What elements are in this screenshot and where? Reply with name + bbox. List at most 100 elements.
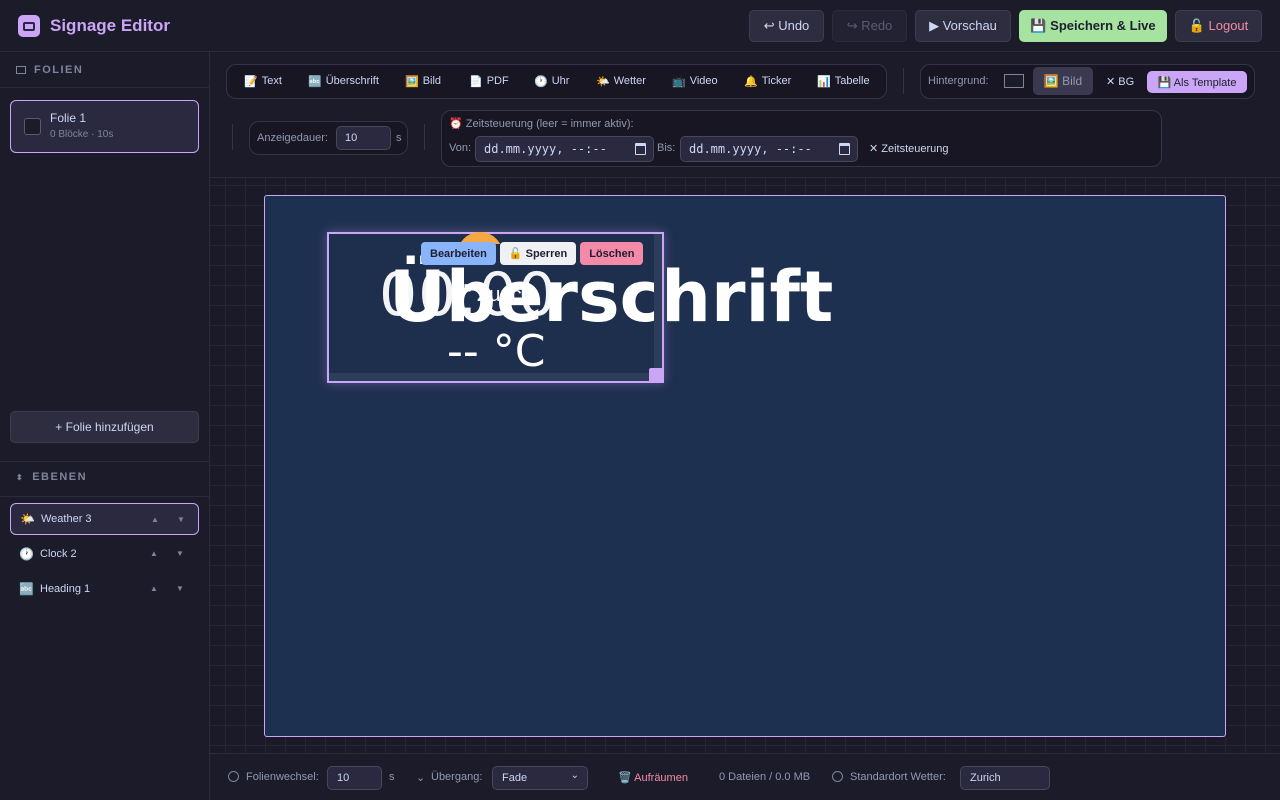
cleanup-button[interactable]: 🗑️ Aufräumen <box>618 771 688 784</box>
canvas-area: 00:00 Zurich Überschrift -- °C Bearbeite… <box>210 177 1280 753</box>
move-up-icon[interactable]: ▲ <box>151 515 159 524</box>
slide-name: Folie 1 <box>50 111 87 125</box>
block-action-bar: Bearbeiten 🔓 Sperren Löschen <box>419 240 645 267</box>
bell-icon: 🔔 <box>744 75 758 88</box>
duration-unit: s <box>396 132 402 144</box>
add-heading-button[interactable]: 🔤 Überschrift <box>308 65 379 97</box>
logout-button[interactable]: 🔓 Logout <box>1175 10 1262 42</box>
calendar-icon[interactable] <box>839 143 850 155</box>
slides-section-title: FOLIEN <box>16 64 83 76</box>
weather-icon: 🌤️ <box>20 512 35 526</box>
add-text-button[interactable]: 📝 Text <box>244 65 282 97</box>
duration-label: Anzeigedauer: <box>257 132 328 144</box>
slide-change-unit: s <box>389 771 395 783</box>
divider <box>0 496 209 497</box>
weather-temperature: -- °C <box>447 326 546 377</box>
chevron-down-icon: ⌄ <box>570 770 579 781</box>
divider <box>0 461 209 462</box>
calendar-icon[interactable] <box>635 143 646 155</box>
from-label: Von: <box>449 142 472 154</box>
duration-input[interactable]: 10 <box>336 126 391 150</box>
slides-icon <box>16 66 26 74</box>
document-icon: 📄 <box>469 75 483 88</box>
tv-icon: 📺 <box>672 75 686 88</box>
horizontal-scrollbar[interactable] <box>329 373 654 381</box>
edit-block-button[interactable]: Bearbeiten <box>421 242 496 265</box>
redo-button[interactable]: ↪ Redo <box>832 10 907 42</box>
divider <box>0 87 209 88</box>
slide-change-label: Folienwechsel: <box>246 771 319 783</box>
schedule-to-input[interactable]: dd.mm.yyyy, --:-- <box>680 136 858 162</box>
heading-icon: 🔤 <box>308 75 322 88</box>
move-down-icon[interactable]: ▼ <box>177 515 185 524</box>
background-label: Hintergrund: <box>928 75 989 87</box>
default-location-label: Standardort Wetter: <box>850 771 946 783</box>
clear-schedule-button[interactable]: ✕ Zeitsteuerung <box>869 142 949 155</box>
schedule-from-input[interactable]: dd.mm.yyyy, --:-- <box>475 136 654 162</box>
timer-icon <box>228 771 239 782</box>
layer-item-heading[interactable]: 🔤 Heading 1 ▲ ▼ <box>10 573 199 605</box>
preview-button[interactable]: ▶ Vorschau <box>915 10 1011 42</box>
delete-block-button[interactable]: Löschen <box>580 242 644 265</box>
default-location-input[interactable]: Zurich <box>960 766 1050 790</box>
image-icon: 🖼️ <box>405 75 419 88</box>
clock-icon: 🕐 <box>534 75 548 88</box>
divider <box>232 124 233 150</box>
save-as-template-button[interactable]: 💾 Als Template <box>1147 71 1247 93</box>
slide-change-input[interactable]: 10 <box>327 766 382 790</box>
heading-icon: 🔤 <box>19 582 34 596</box>
background-image-button[interactable]: 🖼️ Bild <box>1033 67 1093 95</box>
layers-section-title: ⬍ EBENEN <box>16 471 88 483</box>
add-image-button[interactable]: 🖼️ Bild <box>405 65 441 97</box>
add-clock-button[interactable]: 🕐 Uhr <box>534 65 569 97</box>
add-ticker-button[interactable]: 🔔 Ticker <box>744 65 791 97</box>
duration-group: Anzeigedauer: 10 s <box>249 121 408 155</box>
layer-label: Clock 2 <box>40 548 77 560</box>
selected-block[interactable]: 00:00 Zurich Überschrift -- °C Bearbeite… <box>327 232 833 383</box>
add-video-button[interactable]: 📺 Video <box>672 65 718 97</box>
layer-label: Weather 3 <box>41 513 92 525</box>
slide-meta: 0 Blöcke · 10s <box>50 129 114 140</box>
globe-icon <box>832 771 843 782</box>
app-header: Signage Editor ↩ Undo ↪ Redo ▶ Vorschau … <box>0 0 1280 52</box>
slide-item[interactable]: Folie 1 0 Blöcke · 10s <box>10 100 199 153</box>
weather-icon: 🌤️ <box>596 75 610 88</box>
layer-item-weather[interactable]: 🌤️ Weather 3 ▲ ▼ <box>10 503 199 535</box>
move-down-icon[interactable]: ▼ <box>176 549 184 558</box>
add-slide-button[interactable]: + Folie hinzufügen <box>10 411 199 443</box>
divider <box>424 124 425 150</box>
block-toolbar: 📝 Text 🔤 Überschrift 🖼️ Bild 📄 PDF 🕐 Uhr 🌤️ We… <box>226 64 887 99</box>
schedule-group: ⏰ Zeitsteuerung (leer = immer aktiv): Vo… <box>441 110 1162 167</box>
save-live-button[interactable]: 💾 Speichern & Live <box>1019 10 1167 42</box>
transition-select[interactable]: Fade ⌄ <box>492 766 588 790</box>
sidebar: FOLIEN Folie 1 0 Blöcke · 10s + Folie hi… <box>0 52 210 800</box>
layer-item-clock[interactable]: 🕐 Clock 2 ▲ ▼ <box>10 538 199 570</box>
to-label: Bis: <box>657 142 676 154</box>
undo-button[interactable]: ↩ Undo <box>749 10 824 42</box>
add-table-button[interactable]: 📊 Tabelle <box>817 65 870 97</box>
transition-label: Übergang: <box>431 771 483 783</box>
resize-handle[interactable] <box>649 368 664 383</box>
divider <box>903 68 904 94</box>
schedule-title: ⏰ Zeitsteuerung (leer = immer aktiv): <box>449 118 634 130</box>
background-color-swatch[interactable] <box>1004 74 1024 88</box>
files-info: 0 Dateien / 0.0 MB <box>719 771 811 783</box>
remove-background-button[interactable]: ✕ BG <box>1106 75 1134 88</box>
chart-icon: 📊 <box>817 75 831 88</box>
app-title: Signage Editor <box>50 16 170 35</box>
slide-thumbnail <box>24 118 41 135</box>
chevron-down-icon: ⌄ <box>416 772 426 784</box>
slide-canvas[interactable]: 00:00 Zurich Überschrift -- °C Bearbeite… <box>264 195 1226 737</box>
layer-label: Heading 1 <box>40 583 91 595</box>
move-down-icon[interactable]: ▼ <box>176 584 184 593</box>
monitor-logo-icon <box>18 15 40 37</box>
move-up-icon[interactable]: ▲ <box>150 584 158 593</box>
footer-bar: Folienwechsel: 10 s ⌄ Übergang: Fade ⌄ 🗑… <box>210 753 1280 800</box>
background-toolbar: Hintergrund: 🖼️ Bild ✕ BG 💾 Als Template <box>920 64 1255 99</box>
memo-icon: 📝 <box>244 75 258 88</box>
move-up-icon[interactable]: ▲ <box>150 549 158 558</box>
vertical-scrollbar[interactable] <box>654 234 662 375</box>
lock-block-button[interactable]: 🔓 Sperren <box>499 242 577 265</box>
add-pdf-button[interactable]: 📄 PDF <box>469 65 509 97</box>
add-weather-button[interactable]: 🌤️ Wetter <box>596 65 646 97</box>
